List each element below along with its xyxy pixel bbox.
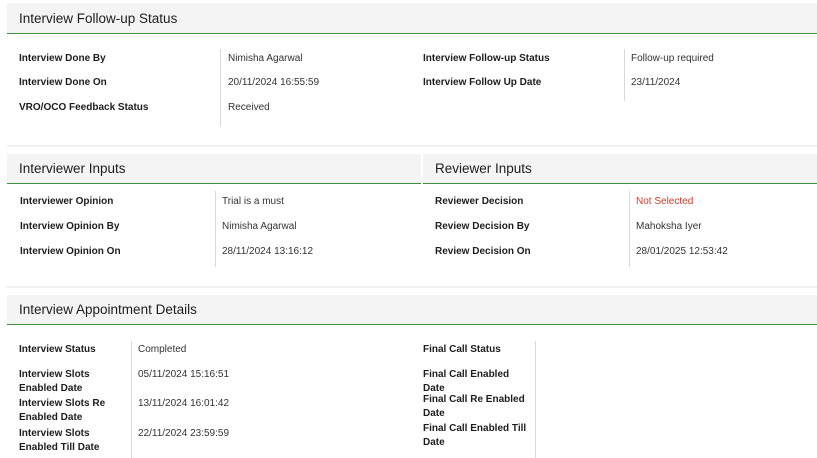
reviewer-label-decision-by: Review Decision By (435, 221, 530, 232)
followup-value-done-by: Nimisha Agarwal (228, 53, 303, 64)
reviewer-label-decision-on: Review Decision On (435, 246, 531, 257)
followup-header: Interview Follow-up Status (7, 3, 817, 34)
appointment-label-final-call-enabled: Final Call Enabled Date (423, 369, 510, 394)
interviewer-value-opinion-on: 28/11/2024 13:16:12 (222, 246, 314, 257)
section-gap-2 (7, 286, 817, 288)
followup-label-date: Interview Follow Up Date (423, 77, 542, 88)
interviewer-label-opinion-on: Interview Opinion On (20, 246, 121, 257)
appointment-title: Interview Appointment Details (19, 302, 197, 317)
followup-label-done-by: Interview Done By (19, 53, 106, 64)
appointment-label-final-call-reenabled: Final Call Re Enabled Date (423, 394, 525, 419)
followup-value-date: 23/11/2024 (631, 77, 681, 88)
interviewer-label-opinion: Interviewer Opinion (20, 196, 114, 207)
appointment-label-slots-reenabled: Interview Slots Re Enabled Date (19, 398, 106, 423)
appointment-divider-left (131, 341, 132, 458)
followup-title: Interview Follow-up Status (19, 10, 178, 26)
reviewer-value-decision: Not Selected (636, 196, 694, 207)
interviewer-header: Interviewer Inputs (7, 154, 421, 184)
interviewer-value-opinion: Trial is a must (222, 196, 284, 207)
appointment-value-slots-enabled: 05/11/2024 15:16:51 (138, 369, 230, 380)
appointment-label-slots-enabled: Interview Slots Enabled Date (19, 369, 90, 394)
appointment-header: Interview Appointment Details (7, 295, 817, 325)
followup-value-done-on: 20/11/2024 16:55:59 (228, 77, 320, 88)
appointment-label-status: Interview Status (19, 344, 96, 355)
followup-value-feedback-status: Received (228, 102, 270, 113)
appointment-label-slots-till: Interview Slots Enabled Till Date (19, 428, 100, 453)
followup-label-status: Interview Follow-up Status (423, 53, 550, 64)
followup-value-status: Follow-up required (631, 53, 714, 64)
appointment-label-final-call-status: Final Call Status (423, 344, 501, 355)
interviewer-value-opinion-by: Nimisha Agarwal (222, 221, 297, 232)
appointment-label-final-call-till: Final Call Enabled Till Date (423, 423, 527, 448)
reviewer-header: Reviewer Inputs (423, 154, 817, 184)
followup-label-done-on: Interview Done On (19, 77, 107, 88)
followup-divider-left (220, 49, 221, 126)
reviewer-value-decision-on: 28/01/2025 12:53:42 (636, 246, 728, 257)
interviewer-divider (215, 191, 216, 267)
reviewer-value-decision-by: Mahoksha Iyer (636, 221, 702, 232)
followup-divider-right (624, 49, 625, 101)
reviewer-title: Reviewer Inputs (435, 161, 532, 176)
reviewer-label-decision: Reviewer Decision (435, 196, 524, 207)
reviewer-divider (629, 191, 630, 267)
interviewer-title: Interviewer Inputs (19, 161, 126, 176)
followup-label-feedback-status: VRO/OCO Feedback Status (19, 102, 149, 113)
interviewer-label-opinion-by: Interview Opinion By (20, 221, 120, 232)
appointment-value-slots-reenabled: 13/11/2024 16:01:42 (138, 398, 230, 409)
section-gap-1 (7, 145, 817, 147)
appointment-value-status: Completed (138, 344, 187, 355)
appointment-value-slots-till: 22/11/2024 23:59:59 (138, 428, 230, 439)
appointment-divider-right (535, 341, 536, 458)
